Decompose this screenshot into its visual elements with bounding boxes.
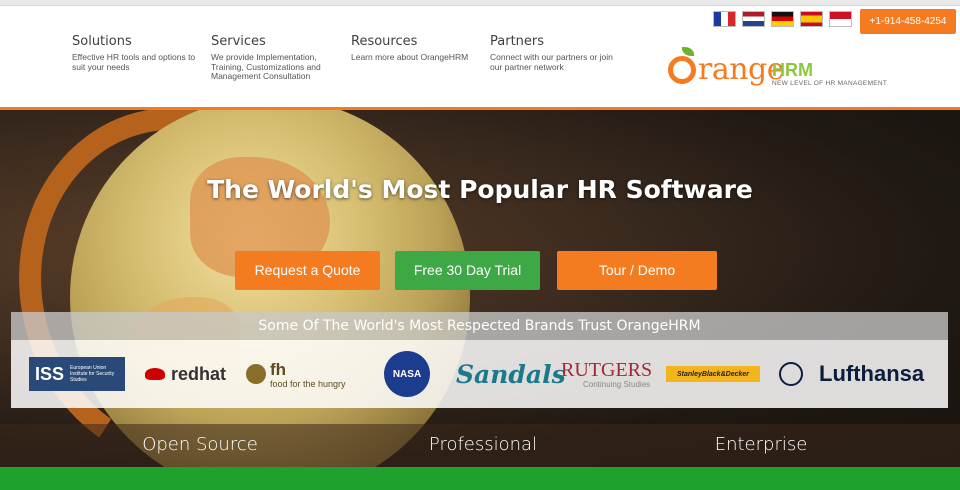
brand-rutgers-logo: RUTGERS Continuing Studies	[561, 355, 652, 393]
brand-sandals-text: Sandals	[456, 359, 566, 389]
brand-redhat-logo: redhat	[145, 355, 226, 393]
brand-nasa-text: NASA	[392, 368, 422, 380]
redhat-hat-icon	[145, 368, 165, 380]
nav-services[interactable]: Services We provide Implementation, Trai…	[211, 34, 336, 82]
brand-lufthansa-text: Lufthansa	[819, 361, 925, 386]
brand-redhat-text: redhat	[171, 363, 227, 384]
brand-sandals-logo: Sandals	[456, 355, 566, 393]
edition-professional[interactable]: Professional	[358, 434, 608, 455]
nav-solutions-title[interactable]: Solutions	[72, 34, 197, 49]
brand-fh-text: fh	[270, 359, 287, 379]
hero-top-border	[0, 107, 960, 110]
brand-stanley-text: StanleyBlack&Decker	[677, 370, 749, 378]
brand-rutgers-sub: Continuing Studies	[583, 379, 651, 389]
brands-heading: Some Of The World's Most Respected Brand…	[11, 312, 948, 340]
brand-lufthansa-logo: Lufthansa	[779, 355, 924, 393]
nav-resources-desc: Learn more about OrangeHRM	[351, 52, 469, 62]
edition-open-source[interactable]: Open Source	[75, 434, 325, 455]
flag-germany-icon[interactable]	[771, 11, 794, 27]
orangehrm-logo[interactable]: range HRM NEW LEVEL OF HR MANAGEMENT	[668, 46, 898, 96]
free-trial-button[interactable]: Free 30 Day Trial	[395, 251, 540, 290]
logo-hrm: HRM	[772, 60, 813, 80]
brand-rutgers-text: RUTGERS	[561, 358, 653, 381]
brand-fh-logo: fh food for the hungry	[246, 355, 346, 393]
brand-iss-sub: European Union Institute for Security St…	[70, 365, 115, 383]
brand-stanley-logo: StanleyBlack&Decker	[666, 366, 760, 382]
logo-leaf-icon	[682, 47, 694, 56]
nav-resources-title[interactable]: Resources	[351, 34, 476, 49]
brand-fh-sub: food for the hungry	[270, 378, 346, 389]
nav-services-desc: We provide Implementation, Training, Cus…	[211, 52, 321, 81]
editions-bar: Open Source Professional Enterprise	[0, 424, 960, 467]
edition-enterprise[interactable]: Enterprise	[636, 434, 886, 455]
nav-partners[interactable]: Partners Connect with our partners or jo…	[490, 34, 615, 72]
nav-partners-title[interactable]: Partners	[490, 34, 615, 49]
hero-title: The World's Most Popular HR Software	[207, 175, 753, 204]
brand-nasa-logo: NASA	[384, 351, 430, 397]
footer-green-bar	[0, 467, 960, 490]
flag-indonesia-icon[interactable]	[829, 11, 852, 27]
logo-orange-icon	[668, 56, 696, 84]
nav-services-title[interactable]: Services	[211, 34, 336, 49]
phone-button[interactable]: +1-914-458-4254	[860, 9, 956, 34]
logo-tagline: NEW LEVEL OF HR MANAGEMENT	[772, 80, 888, 87]
brand-fh-block: fh food for the hungry	[270, 360, 346, 389]
site-header: Solutions Effective HR tools and options…	[0, 6, 960, 107]
fh-globe-icon	[246, 364, 266, 384]
nav-solutions[interactable]: Solutions Effective HR tools and options…	[72, 34, 197, 72]
nav-resources[interactable]: Resources Learn more about OrangeHRM	[351, 34, 476, 63]
brand-logos-strip: ISS European Union Institute for Securit…	[11, 340, 948, 408]
nav-solutions-desc: Effective HR tools and options to suit y…	[72, 52, 196, 72]
flag-spain-icon[interactable]	[800, 11, 823, 27]
lufthansa-crane-icon	[779, 362, 803, 386]
flag-netherlands-icon[interactable]	[742, 11, 765, 27]
flag-france-icon[interactable]	[713, 11, 736, 27]
brand-iss-text: ISS	[35, 363, 65, 384]
request-quote-button[interactable]: Request a Quote	[235, 251, 380, 290]
language-flags	[713, 11, 852, 27]
tour-demo-button[interactable]: Tour / Demo	[557, 251, 717, 290]
hero-banner: The World's Most Popular HR Software Req…	[0, 107, 960, 467]
nav-partners-desc: Connect with our partners or join our pa…	[490, 52, 613, 72]
brand-iss-logo: ISS European Union Institute for Securit…	[29, 357, 125, 391]
